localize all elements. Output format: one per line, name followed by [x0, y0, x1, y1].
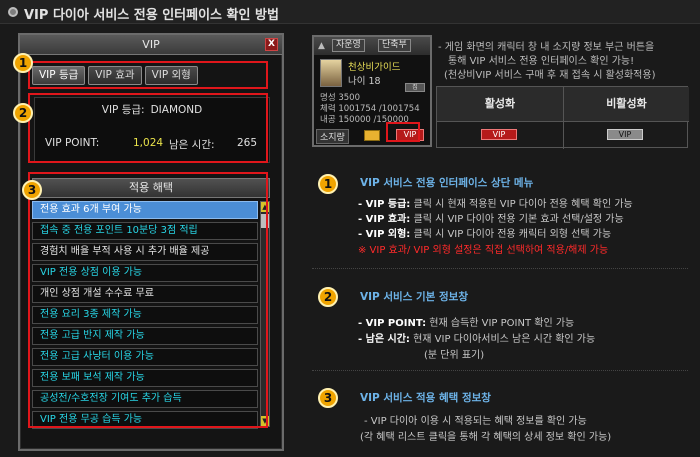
- note-line-3: (천상비VIP 서비스 구매 후 재 접속 시 활성화적용): [444, 70, 656, 81]
- section-badge-1: 1: [318, 174, 338, 194]
- note-line-1: - 게임 화면의 캐릭터 창 내 소지량 정보 부근 버튼을: [438, 42, 655, 53]
- separator: [312, 370, 688, 371]
- highlight-box-menu: [28, 61, 268, 89]
- section-3-line-2: (각 혜택 리스트 클릭을 통해 각 혜택의 상세 정보 확인 가능): [360, 432, 612, 443]
- page-header: VIP 다이아 서비스 전용 인터페이스 확인 방법: [0, 0, 700, 24]
- highlight-box-benefits: [28, 172, 268, 428]
- character-panel-topbar: ▲ 자운영 단축부: [314, 37, 430, 55]
- character-btn-1[interactable]: 자운영: [332, 39, 365, 52]
- vip-inactive-sample: VIP: [607, 129, 643, 140]
- section-1-line-2: - VIP 효과: 클릭 시 VIP 다이아 전용 기본 효과 선택/설정 가능: [358, 214, 624, 225]
- separator: [312, 268, 688, 269]
- section-1-line-3: - VIP 외형: 클릭 시 VIP 다이아 전용 캐릭터 외형 선택 가능: [358, 229, 612, 240]
- table-divider: [563, 87, 564, 149]
- table-divider: [437, 121, 689, 122]
- badge-3: 3: [22, 180, 42, 200]
- highlight-box-info: [28, 93, 268, 163]
- close-button[interactable]: X: [265, 38, 278, 51]
- vip-active-sample: VIP: [481, 129, 517, 140]
- section-2-sub: (분 단위 표기): [424, 350, 485, 361]
- active-header: 활성화: [437, 87, 563, 121]
- character-name: 천상비가이드: [348, 62, 401, 73]
- activation-table: 활성화 비활성화 VIP VIP: [436, 86, 689, 149]
- arrow-icon[interactable]: ▲: [318, 41, 325, 51]
- character-btn-2[interactable]: 단축부: [378, 39, 411, 52]
- section-1-title: VIP 서비스 전용 인터페이스 상단 메뉴: [360, 177, 534, 189]
- inactive-header: 비활성화: [564, 87, 689, 121]
- section-1-line-1: - VIP 등급: 클릭 시 현재 적용된 VIP 다이아 전용 혜택 확인 가…: [358, 199, 633, 210]
- section-badge-2: 2: [318, 287, 338, 307]
- section-2-line-1: - VIP POINT: 현재 습득한 VIP POINT 확인 가능: [358, 318, 575, 329]
- section-3-line-1: - VIP 다이아 이용 시 적용되는 혜택 정보를 확인 가능: [364, 416, 587, 427]
- page-title: VIP 다이아 서비스 전용 인터페이스 확인 방법: [24, 8, 279, 23]
- avatar: [320, 59, 342, 87]
- section-3-title: VIP 서비스 적용 혜택 정보창: [360, 392, 491, 404]
- section-1-warning: ※ VIP 효과/ VIP 외형 설정은 직접 선택하여 적용/해제 가능: [358, 245, 609, 256]
- section-2-title: VIP 서비스 기본 정보창: [360, 291, 468, 303]
- section-badge-3: 3: [318, 388, 338, 408]
- badge-1: 1: [13, 53, 33, 73]
- highlight-box-vip-button: [386, 122, 420, 142]
- section-2-line-2: - 남은 시간: 현재 VIP 다이아서비스 남은 시간 확인 가능: [358, 334, 596, 345]
- vip-window-titlebar[interactable]: VIP X: [20, 35, 282, 55]
- badge-2: 2: [13, 103, 33, 123]
- vip-window-title: VIP: [142, 38, 160, 51]
- home-button[interactable]: 집: [405, 83, 425, 92]
- bullet-icon: [8, 7, 18, 17]
- own-label: 소지량: [316, 129, 349, 144]
- mail-icon[interactable]: [364, 130, 380, 141]
- character-level: 나이 18: [348, 76, 381, 87]
- note-line-2: 통해 VIP 서비스 전용 인터페이스 확인 가능!: [448, 56, 635, 67]
